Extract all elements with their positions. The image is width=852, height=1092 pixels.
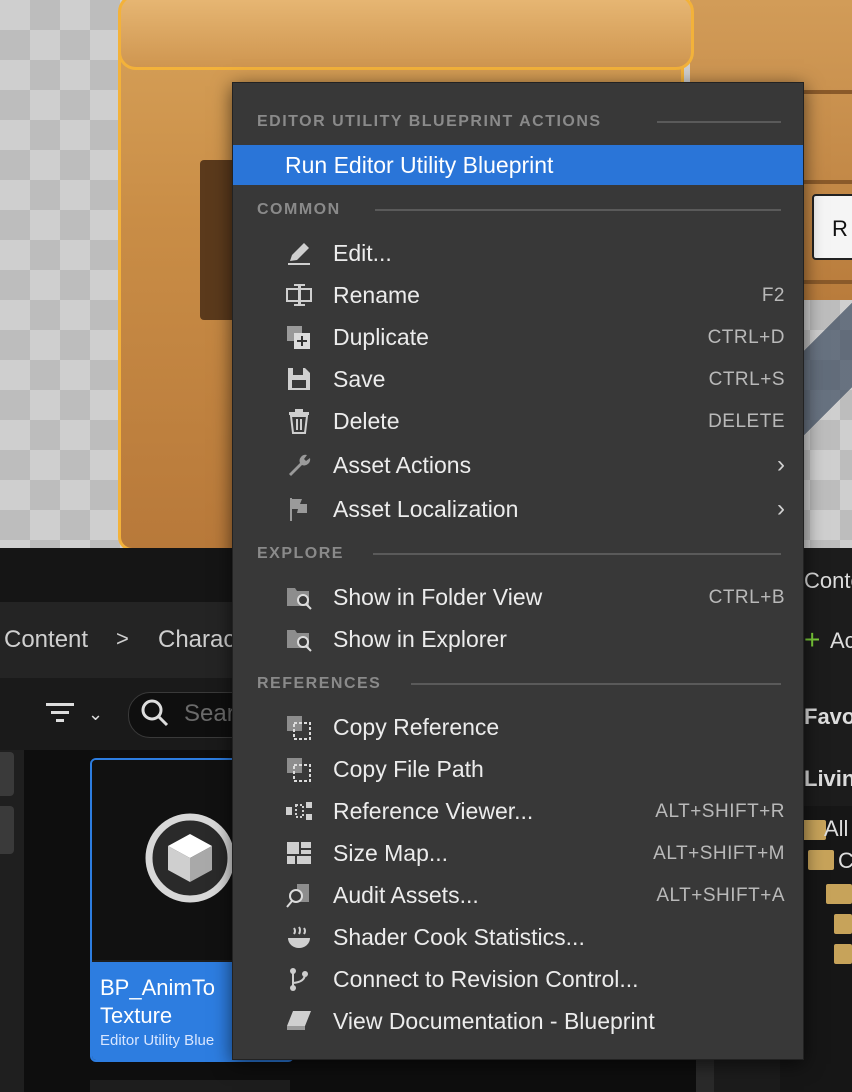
- desk-top: [118, 0, 694, 70]
- folder-icon: [834, 914, 852, 934]
- menu-item-connect-revision-control[interactable]: Connect to Revision Control...: [233, 959, 803, 999]
- shortcut-label: CTRL+B: [708, 587, 785, 608]
- search-placeholder: Sear: [184, 700, 235, 727]
- menu-item-label: Copy File Path: [333, 756, 484, 782]
- right-panel-header: Conte: [804, 568, 852, 593]
- branch-icon: [290, 968, 308, 991]
- menu-item-asset-actions[interactable]: Asset Actions ›: [233, 445, 803, 485]
- menu-item-label: Asset Localization: [333, 496, 519, 522]
- breadcrumb-characters[interactable]: Charac: [158, 626, 235, 654]
- favorites-header[interactable]: Favo: [804, 704, 852, 730]
- duplicate-icon: [287, 326, 310, 349]
- folder-icon: [808, 850, 834, 870]
- section-common: COMMON: [257, 201, 341, 218]
- shortcut-label: CTRL+S: [708, 369, 785, 390]
- menu-item-label: Rename: [333, 282, 420, 308]
- menu-item-label: Save: [333, 366, 386, 392]
- side-tab[interactable]: [0, 752, 14, 796]
- menu-item-view-documentation[interactable]: View Documentation - Blueprint: [233, 1001, 803, 1041]
- menu-item-label: Size Map...: [333, 840, 449, 866]
- trash-icon: [289, 409, 309, 434]
- breadcrumb-content[interactable]: Content: [4, 626, 88, 654]
- menu-item-label: View Documentation - Blueprint: [333, 1008, 655, 1034]
- menu-item-duplicate[interactable]: Duplicate CTRL+D: [233, 317, 803, 357]
- section-divider: [657, 121, 781, 123]
- section-explore: EXPLORE: [257, 545, 344, 562]
- copy-path-icon: [287, 758, 311, 782]
- menu-item-copy-file-path[interactable]: Copy File Path: [233, 749, 803, 789]
- menu-item-label: Shader Cook Statistics...: [333, 924, 585, 950]
- search-icon: [141, 699, 169, 727]
- menu-item-edit[interactable]: Edit...: [233, 233, 803, 273]
- chevron-down-icon[interactable]: ⌄: [88, 704, 103, 725]
- menu-item-show-in-explorer[interactable]: Show in Explorer: [233, 619, 803, 659]
- folder-search-icon: [287, 588, 312, 610]
- menu-item-save[interactable]: Save CTRL+S: [233, 359, 803, 399]
- menu-item-size-map[interactable]: Size Map... ALT+SHIFT+M: [233, 833, 803, 873]
- section-editor-utility: EDITOR UTILITY BLUEPRINT ACTIONS: [257, 113, 602, 130]
- copy-reference-icon: [287, 716, 311, 740]
- breadcrumb-separator-icon: >: [116, 626, 129, 651]
- asset-type: Editor Utility Blue: [100, 1032, 215, 1049]
- add-icon[interactable]: +: [804, 624, 820, 656]
- flag-icon: [290, 498, 307, 521]
- viewport-label: R: [812, 194, 852, 260]
- rename-icon: [286, 284, 312, 306]
- menu-item-label: Reference Viewer...: [333, 798, 534, 824]
- shortcut-label: ALT+SHIFT+A: [656, 885, 785, 906]
- menu-item-shader-cook-statistics[interactable]: Shader Cook Statistics...: [233, 917, 803, 957]
- menu-item-label: Asset Actions: [333, 452, 472, 478]
- folder-search-icon: [287, 630, 312, 652]
- blueprint-cube-icon: [145, 813, 235, 903]
- section-divider: [411, 683, 781, 685]
- size-map-icon: [287, 842, 311, 864]
- menu-item-asset-localization[interactable]: Asset Localization ›: [233, 489, 803, 529]
- shortcut-label: CTRL+D: [707, 327, 785, 348]
- menu-item-label: Run Editor Utility Blueprint: [285, 152, 554, 178]
- submenu-arrow-icon: ›: [777, 451, 785, 478]
- section-divider: [375, 209, 781, 211]
- menu-item-reference-viewer[interactable]: Reference Viewer... ALT+SHIFT+R: [233, 791, 803, 831]
- menu-item-label: Delete: [333, 408, 400, 434]
- menu-item-label: Audit Assets...: [333, 882, 479, 908]
- reference-viewer-icon: [286, 802, 312, 820]
- section-references: REFERENCES: [257, 675, 382, 692]
- menu-item-show-in-folder-view[interactable]: Show in Folder View CTRL+B: [233, 577, 803, 617]
- folder-tree-item[interactable]: All: [824, 816, 848, 842]
- side-tab[interactable]: [0, 806, 14, 854]
- filter-icon[interactable]: [44, 700, 76, 726]
- shortcut-label: F2: [761, 285, 785, 306]
- project-header[interactable]: Livin: [804, 766, 852, 792]
- menu-item-label: Show in Folder View: [333, 584, 543, 610]
- sources-collapsed-panel: [0, 750, 24, 1092]
- menu-item-label: Connect to Revision Control...: [333, 966, 639, 992]
- menu-item-label: Duplicate: [333, 324, 429, 350]
- book-icon: [287, 1011, 311, 1030]
- submenu-arrow-icon: ›: [777, 495, 785, 522]
- menu-item-audit-assets[interactable]: Audit Assets... ALT+SHIFT+A: [233, 875, 803, 915]
- folder-icon: [826, 884, 852, 904]
- menu-item-delete[interactable]: Delete DELETE: [233, 401, 803, 441]
- asset-context-menu: EDITOR UTILITY BLUEPRINT ACTIONS Run Edi…: [232, 82, 804, 1060]
- folder-icon: [834, 944, 852, 964]
- pencil-icon: [288, 243, 310, 265]
- shortcut-label: DELETE: [708, 411, 785, 432]
- section-divider: [373, 553, 781, 555]
- menu-item-label: Copy Reference: [333, 714, 500, 740]
- wrench-icon: [289, 454, 311, 476]
- folder-tree-item[interactable]: C: [838, 848, 852, 874]
- menu-item-run-editor-utility[interactable]: Run Editor Utility Blueprint: [233, 145, 803, 185]
- menu-item-label: Edit...: [333, 240, 392, 266]
- add-button[interactable]: Ac: [830, 628, 852, 654]
- menu-item-copy-reference[interactable]: Copy Reference: [233, 707, 803, 747]
- audit-icon: [286, 884, 309, 908]
- menu-item-rename[interactable]: Rename F2: [233, 275, 803, 315]
- menu-item-label: Show in Explorer: [333, 626, 507, 652]
- shortcut-label: ALT+SHIFT+M: [653, 843, 785, 864]
- asset-tile[interactable]: [90, 1080, 290, 1092]
- save-icon: [288, 368, 310, 390]
- shader-icon: [288, 926, 310, 948]
- shortcut-label: ALT+SHIFT+R: [655, 801, 785, 822]
